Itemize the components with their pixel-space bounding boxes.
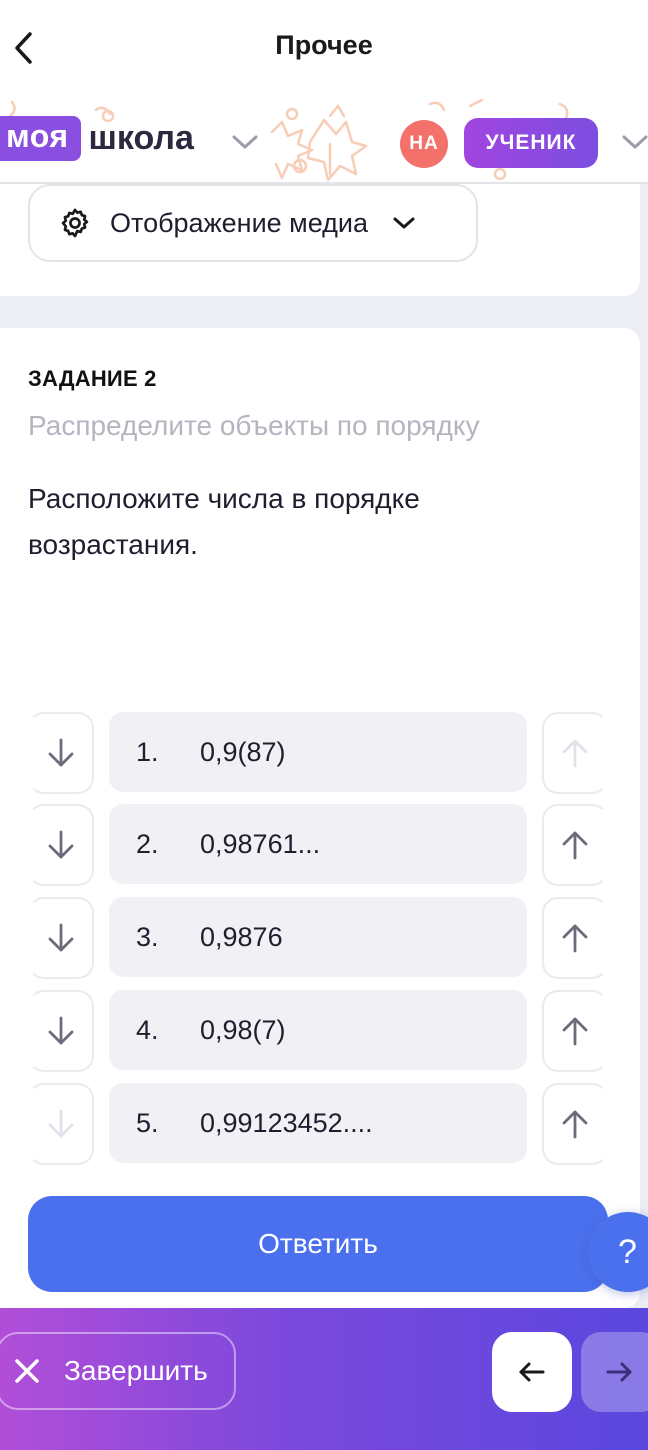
list-item: 1. 0,9(87)	[0, 712, 640, 794]
sortable-item[interactable]: 4. 0,98(7)	[109, 990, 527, 1070]
item-value: 0,98761...	[200, 828, 321, 859]
list-item: 3. 0,9876	[0, 897, 640, 979]
task-card: ЗАДАНИЕ 2 Распределите объекты по порядк…	[0, 328, 640, 1308]
role-badge[interactable]: УЧЕНИК	[464, 118, 598, 168]
sortable-item[interactable]: 5. 0,99123452....	[109, 1083, 527, 1163]
list-item: 4. 0,98(7)	[0, 990, 640, 1072]
top-bar: Прочее	[0, 0, 648, 96]
arrow-down-icon	[48, 1016, 74, 1045]
arrow-left-icon	[519, 1362, 545, 1382]
chevron-down-icon	[392, 215, 416, 231]
logo-shkola: школа	[88, 119, 194, 157]
task-title: ЗАДАНИЕ 2	[28, 366, 157, 391]
arrow-down-icon	[48, 1109, 74, 1138]
move-up-button[interactable]	[542, 990, 608, 1072]
settings-card: Отображение медиа	[0, 184, 640, 296]
arrow-up-icon	[562, 831, 588, 860]
media-display-label: Отображение медиа	[110, 207, 369, 238]
arrow-down-icon	[48, 738, 74, 767]
close-icon	[12, 1356, 42, 1386]
arrow-up-icon	[562, 1110, 588, 1139]
move-up-button[interactable]	[542, 1083, 608, 1165]
item-number: 2.	[136, 828, 159, 859]
sortable-item[interactable]: 3. 0,9876	[109, 897, 527, 977]
app-screen: Прочее моя школа НА УЧЕНИК Отображение м…	[0, 0, 648, 1450]
move-down-button[interactable]	[28, 990, 94, 1072]
page-title: Прочее	[275, 30, 373, 60]
chevron-down-icon[interactable]	[622, 134, 648, 150]
item-number: 5.	[136, 1107, 159, 1138]
task-subtitle: Распределите объекты по порядку	[28, 410, 480, 441]
finish-button[interactable]: Завершить	[0, 1332, 236, 1410]
move-up-button[interactable]	[542, 897, 608, 979]
brand-bar: моя школа НА УЧЕНИК	[0, 96, 648, 184]
arrow-up-icon	[562, 1017, 588, 1046]
move-down-button[interactable]	[28, 712, 94, 794]
item-number: 3.	[136, 921, 159, 952]
list-item: 5. 0,99123452....	[0, 1083, 640, 1165]
item-number: 4.	[136, 1014, 159, 1045]
arrow-right-icon	[606, 1362, 632, 1382]
chevron-down-icon[interactable]	[232, 134, 258, 150]
gear-icon	[58, 206, 92, 240]
previous-task-button[interactable]	[492, 1332, 572, 1412]
next-task-button[interactable]	[581, 1332, 648, 1412]
arrow-down-icon	[48, 923, 74, 952]
item-value: 0,99123452....	[200, 1107, 373, 1138]
task-text: Расположите числа в порядке возрастания.	[28, 483, 420, 560]
move-up-button[interactable]	[542, 804, 608, 886]
answer-button[interactable]: Ответить	[28, 1196, 608, 1292]
arrow-up-icon	[562, 924, 588, 953]
avatar[interactable]: НА	[400, 120, 448, 168]
logo-moya: моя	[0, 116, 81, 161]
move-down-button[interactable]	[28, 804, 94, 886]
item-value: 0,9876	[200, 921, 283, 952]
sortable-item[interactable]: 1. 0,9(87)	[109, 712, 527, 792]
list-item: 2. 0,98761...	[0, 804, 640, 886]
move-down-button[interactable]	[28, 897, 94, 979]
sortable-item[interactable]: 2. 0,98761...	[109, 804, 527, 884]
move-up-button[interactable]	[542, 712, 608, 794]
arrow-up-icon	[562, 739, 588, 768]
item-value: 0,98(7)	[200, 1014, 286, 1045]
move-down-button[interactable]	[28, 1083, 94, 1165]
media-display-dropdown[interactable]: Отображение медиа	[28, 184, 478, 262]
item-value: 0,9(87)	[200, 736, 286, 767]
arrow-down-icon	[48, 830, 74, 859]
item-number: 1.	[136, 736, 159, 767]
brand-logo[interactable]: моя школа	[0, 116, 194, 161]
finish-label: Завершить	[64, 1355, 208, 1386]
bottom-bar: Завершить	[0, 1308, 648, 1450]
